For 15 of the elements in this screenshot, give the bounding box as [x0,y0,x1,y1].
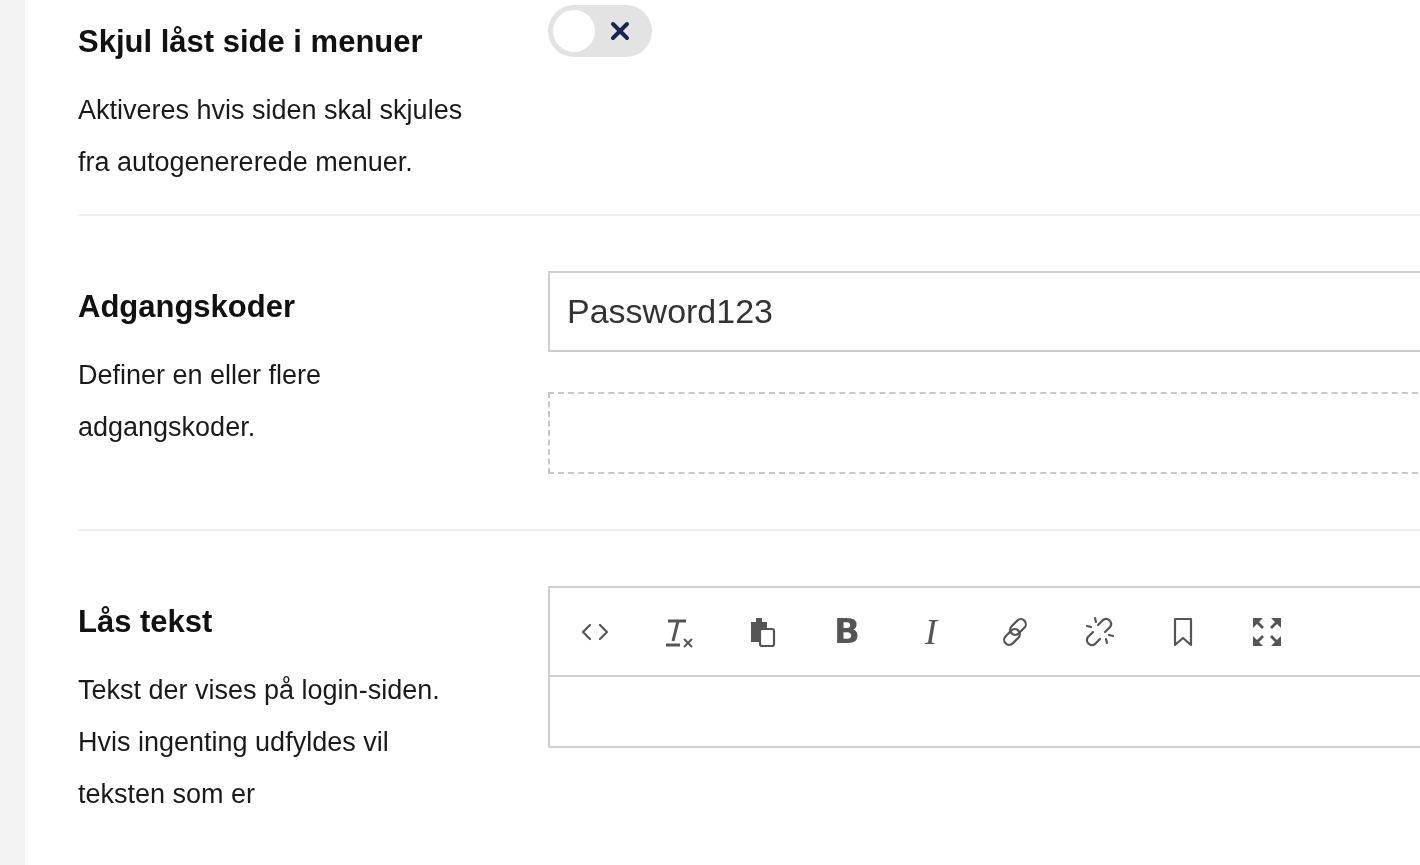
close-icon [610,21,630,41]
empty-password-field[interactable] [548,392,1420,474]
setting-description: Definer en eller flere adgangskoder. [78,359,323,444]
text-editor[interactable]: B I [548,586,1420,748]
setting-title: Lås tekst [78,603,214,641]
setting-description: Aktiveres hvis siden skal skjules fra autogenererede menuer. [78,94,464,179]
password-field[interactable]: Password123 [548,271,1420,352]
bold-button[interactable]: B [805,601,889,662]
toggle-switch[interactable] [548,5,652,57]
italic-button[interactable]: I [889,601,973,662]
paste-icon [748,615,778,648]
setting-description: Tekst der vises på login-siden. Hvis ingenting udfyldes vil teksten som er [78,674,441,811]
setting-title: Skjul låst side i menuer [78,23,424,61]
bookmark-icon [1171,615,1195,648]
setting-title: Adgangskoder [78,288,297,326]
